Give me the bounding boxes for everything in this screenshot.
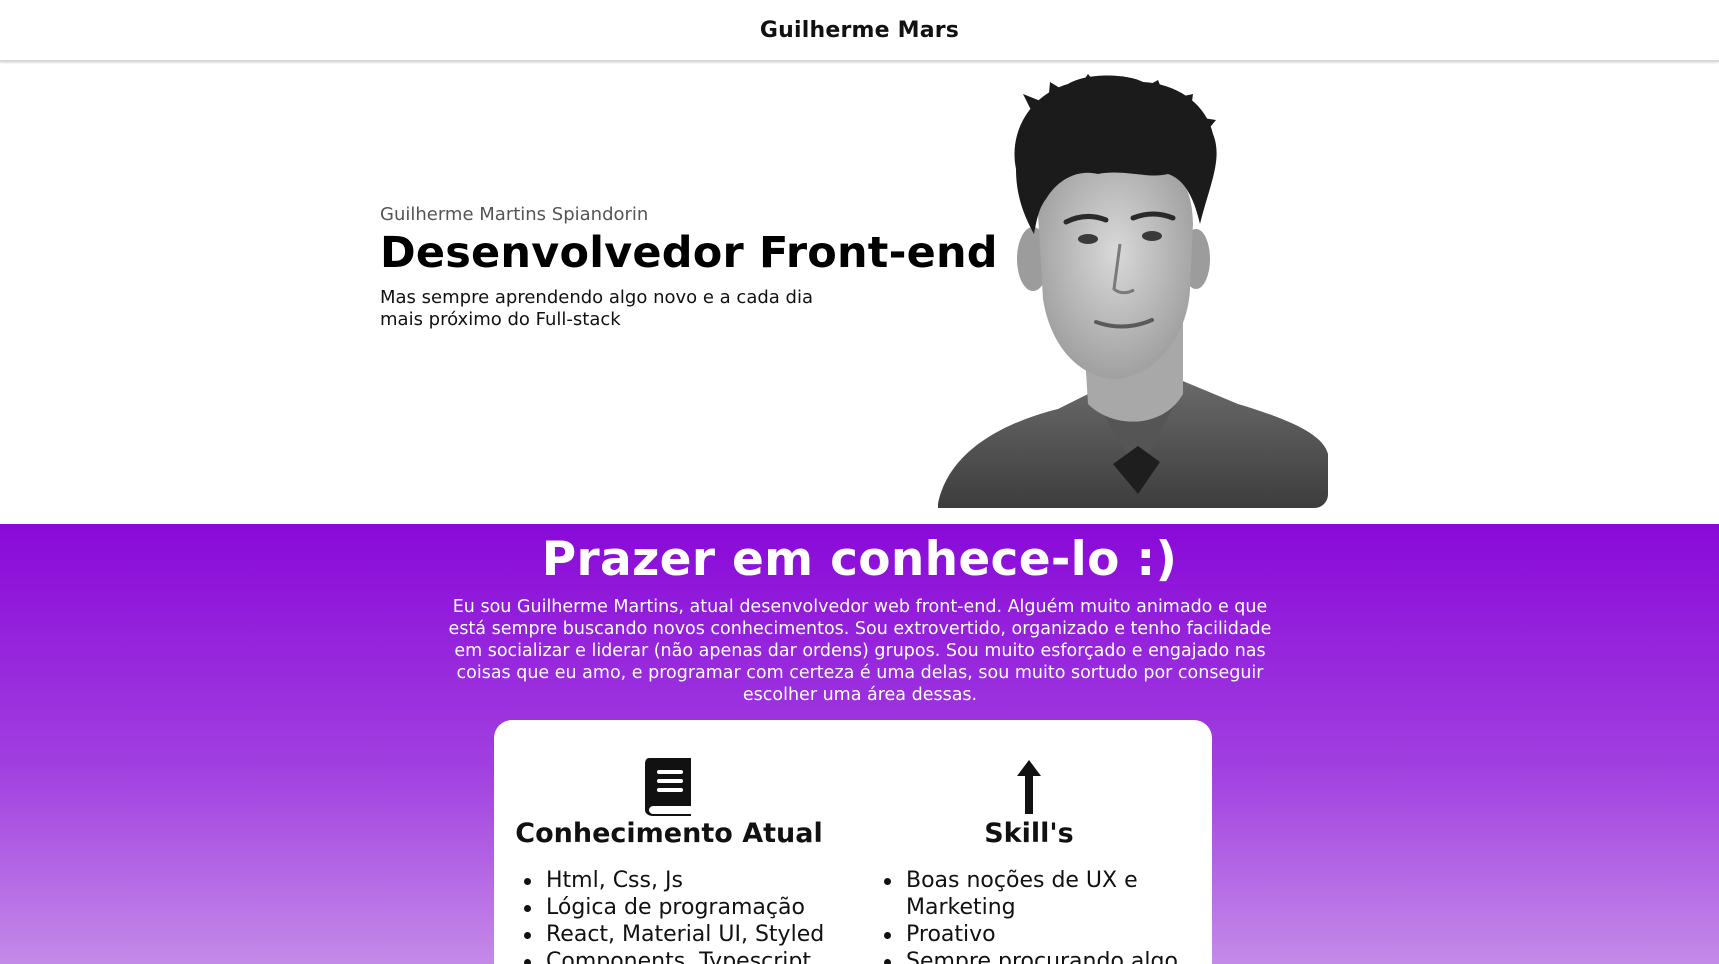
hero-name: Guilherme Martins Spiandorin [380,204,649,225]
skills-column: Skill's Boas noções de UX e Marketing Pr… [864,756,1194,964]
about-text: Eu sou Guilherme Martins, atual desenvol… [448,597,1272,705]
arrow-up-icon [864,756,1194,816]
list-item: Boas noções de UX e Marketing [884,867,1194,921]
profile-photo [938,74,1328,508]
list-item: Html, Css, Js [524,867,834,894]
list-item: React, Material UI, Styled [524,921,834,948]
book-icon [504,756,834,816]
list-item: Components, Typescript [524,948,834,964]
list-item: Proativo [884,921,1194,948]
about-title: Prazer em conhece-lo :) [541,532,1178,587]
skills-list: Boas noções de UX e Marketing Proativo S… [864,867,1194,964]
list-item: Lógica de programação [524,894,834,921]
hero-title: Desenvolvedor Front-end [380,228,998,278]
hero-section: Guilherme Martins Spiandorin Desenvolved… [0,64,1719,524]
knowledge-list: Html, Css, Js Lógica de programação Reac… [504,867,834,964]
site-brand[interactable]: Guilherme Mars [760,18,959,43]
list-item: Sempre procurando algo novo [884,948,1194,964]
hero-subtitle: Mas sempre aprendendo algo novo e a cada… [380,287,813,331]
knowledge-title: Conhecimento Atual [515,818,823,849]
top-navbar: Guilherme Mars [0,0,1719,62]
about-section: Prazer em conhece-lo :) Eu sou Guilherme… [0,524,1719,964]
skills-title: Skill's [984,818,1074,849]
knowledge-column: Conhecimento Atual Html, Css, Js Lógica … [504,756,834,964]
info-card: Conhecimento Atual Html, Css, Js Lógica … [494,720,1212,964]
hero-text: Guilherme Martins Spiandorin Desenvolved… [380,204,998,331]
